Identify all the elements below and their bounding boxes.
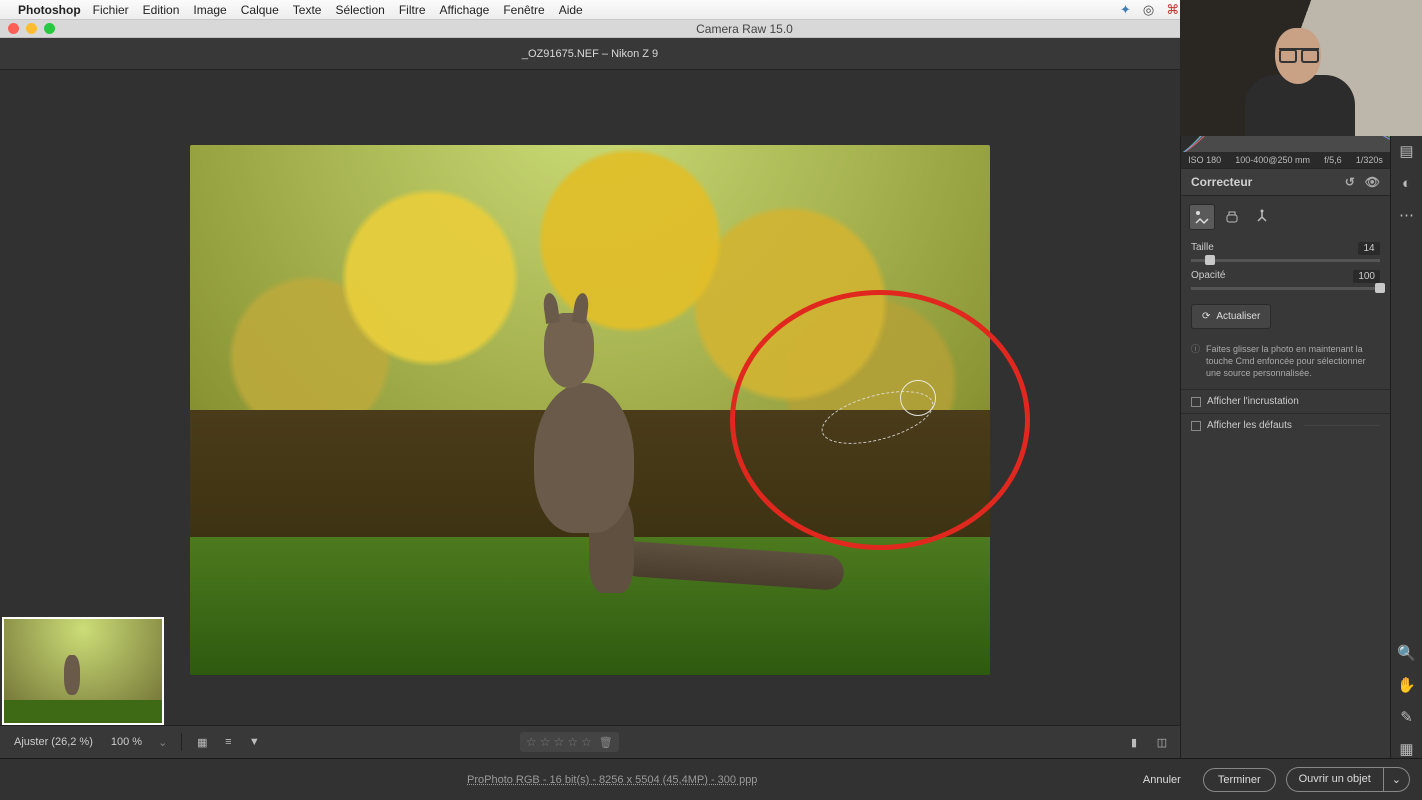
menu-edition[interactable]: Edition: [143, 3, 180, 17]
color-sampler-icon[interactable]: ✎: [1398, 708, 1416, 726]
hint-row: ⓘ Faites glisser la photo en maintenant …: [1181, 339, 1390, 390]
menu-image[interactable]: Image: [193, 3, 226, 17]
right-icon-rail: ☰ ◎ 👁 ▤ ◐ ⋯ 🔍 ✋ ✎ ▦: [1390, 38, 1422, 758]
opacity-slider[interactable]: Opacité 100: [1181, 266, 1390, 294]
show-defects-checkbox[interactable]: [1191, 421, 1201, 431]
menu-calque[interactable]: Calque: [241, 3, 279, 17]
masking-tool-icon[interactable]: ▤: [1398, 142, 1416, 160]
menu-fenetre[interactable]: Fenêtre: [503, 3, 544, 17]
filename-bar: _OZ91675.NEF – Nikon Z 9: [0, 38, 1180, 70]
sort-icon[interactable]: ≡: [218, 732, 238, 752]
window-close-button[interactable]: [8, 23, 19, 34]
filter-icon[interactable]: ▼: [244, 732, 264, 752]
menu-aide[interactable]: Aide: [559, 3, 583, 17]
filename-label: _OZ91675.NEF – Nikon Z 9: [522, 48, 658, 60]
open-object-dropdown[interactable]: ⌄: [1383, 767, 1410, 792]
menubar-butterfly-icon[interactable]: ✦: [1120, 2, 1131, 18]
opacity-value[interactable]: 100: [1353, 270, 1380, 283]
panel-header: Correcteur ↺ 👁: [1181, 168, 1390, 196]
healing-tool-row: [1181, 196, 1390, 238]
annotation-red-circle: [730, 290, 1030, 550]
visibility-eye-icon[interactable]: 👁: [1365, 175, 1380, 189]
show-overlay-label: Afficher l'incrustation: [1207, 396, 1299, 407]
content-aware-remove-tool[interactable]: [1249, 204, 1275, 230]
hand-tool-icon[interactable]: ✋: [1398, 676, 1416, 694]
show-defects-row[interactable]: Afficher les défauts: [1181, 413, 1390, 437]
done-button[interactable]: Terminer: [1203, 768, 1276, 792]
zoom-tool-icon[interactable]: 🔍: [1398, 644, 1416, 662]
menu-texte[interactable]: Texte: [293, 3, 322, 17]
grid-view-icon[interactable]: ▦: [192, 732, 212, 752]
size-label: Taille: [1191, 242, 1214, 255]
canvas-area[interactable]: [0, 70, 1180, 725]
histo-iso: ISO 180: [1188, 155, 1221, 165]
hint-text: Faites glisser la photo en maintenant la…: [1206, 343, 1380, 379]
star-5[interactable]: ☆: [581, 735, 592, 749]
healing-brush-tool[interactable]: [1189, 204, 1215, 230]
size-slider-thumb[interactable]: [1205, 255, 1215, 265]
star-1[interactable]: ☆: [526, 735, 537, 749]
star-2[interactable]: ☆: [540, 735, 551, 749]
webcam-overlay: [1180, 0, 1422, 136]
show-overlay-row[interactable]: Afficher l'incrustation: [1181, 390, 1390, 413]
subject-kangaroo: [494, 293, 674, 613]
window-minimize-button[interactable]: [26, 23, 37, 34]
zoom-fit-label[interactable]: Ajuster (26,2 %): [8, 732, 99, 752]
menu-selection[interactable]: Sélection: [335, 3, 384, 17]
cancel-button[interactable]: Annuler: [1131, 768, 1193, 792]
menu-filtre[interactable]: Filtre: [399, 3, 426, 17]
show-defects-label: Afficher les défauts: [1207, 420, 1292, 431]
histo-shutter: 1/320s: [1356, 155, 1383, 165]
open-object-button[interactable]: Ouvrir un objet: [1286, 767, 1383, 792]
histo-lens: 100-400@250 mm: [1235, 155, 1310, 165]
redeye-tool-icon[interactable]: ◐: [1398, 174, 1416, 192]
rating-bar: ☆ ☆ ☆ ☆ ☆ 🗑: [520, 732, 619, 752]
reset-icon[interactable]: ↺: [1345, 175, 1355, 189]
right-panel: ISO 180 100-400@250 mm f/5,6 1/320s Corr…: [1180, 38, 1390, 758]
refresh-label: Actualiser: [1216, 311, 1260, 322]
refresh-icon: ⟳: [1202, 311, 1210, 322]
menubar-cc-icon[interactable]: ◎: [1143, 2, 1154, 18]
panel-title: Correcteur: [1191, 175, 1252, 189]
histo-aperture: f/5,6: [1324, 155, 1342, 165]
trash-icon[interactable]: 🗑: [599, 736, 613, 749]
menu-fichier[interactable]: Fichier: [93, 3, 129, 17]
star-4[interactable]: ☆: [567, 735, 578, 749]
window-maximize-button[interactable]: [44, 23, 55, 34]
zoom-100-button[interactable]: 100 %: [105, 732, 148, 752]
grid-toggle-icon[interactable]: ▦: [1398, 740, 1416, 758]
opacity-label: Opacité: [1191, 270, 1225, 283]
info-icon: ⓘ: [1191, 343, 1200, 379]
refresh-button[interactable]: ⟳ Actualiser: [1191, 304, 1271, 329]
clone-stamp-tool[interactable]: [1219, 204, 1245, 230]
single-view-icon[interactable]: ▮: [1124, 732, 1144, 752]
star-3[interactable]: ☆: [553, 735, 564, 749]
filmstrip-thumbnail[interactable]: [2, 617, 164, 725]
menubar-app-icon[interactable]: ⌘: [1166, 2, 1179, 18]
status-bar: ProPhoto RGB - 16 bit(s) - 8256 x 5504 (…: [0, 758, 1422, 800]
size-value[interactable]: 14: [1358, 242, 1380, 255]
zoom-dropdown-chevron-icon[interactable]: ⌄: [154, 736, 171, 749]
workflow-options-link[interactable]: ProPhoto RGB - 16 bit(s) - 8256 x 5504 (…: [467, 774, 757, 786]
opacity-slider-thumb[interactable]: [1375, 283, 1385, 293]
menu-affichage[interactable]: Affichage: [440, 3, 490, 17]
size-slider[interactable]: Taille 14: [1181, 238, 1390, 266]
app-name[interactable]: Photoshop: [18, 3, 81, 17]
bottom-toolbar: Ajuster (26,2 %) 100 % ⌄ ▦ ≡ ▼ ☆ ☆ ☆ ☆ ☆…: [0, 725, 1180, 758]
more-icon[interactable]: ⋯: [1398, 206, 1416, 224]
show-overlay-checkbox[interactable]: [1191, 397, 1201, 407]
compare-view-icon[interactable]: ◫: [1152, 732, 1172, 752]
